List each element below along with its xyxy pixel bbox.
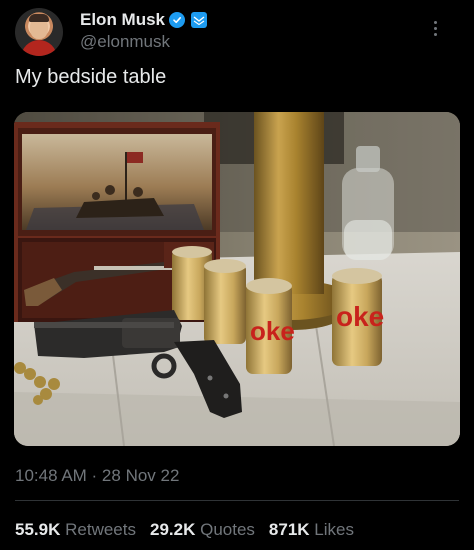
author-handle[interactable]: @elonmusk (80, 32, 170, 52)
diet-coke-can-4: oke (332, 268, 384, 366)
engagement-stats: 55.9K Retweets 29.2K Quotes 871K Likes (15, 520, 354, 540)
tweet-photo[interactable]: oke oke (14, 112, 460, 446)
quotes-stat[interactable]: 29.2K Quotes (150, 520, 255, 540)
divider (15, 500, 459, 501)
tweet-header: Elon Musk @elonmusk (0, 0, 474, 62)
quotes-label: Quotes (200, 520, 255, 539)
author-display-name[interactable]: Elon Musk (80, 10, 165, 30)
diet-coke-can-3: oke (246, 278, 295, 374)
retweets-count: 55.9K (15, 520, 61, 539)
more-options-icon[interactable] (425, 16, 445, 40)
bedside-table-photo: oke oke (14, 112, 460, 446)
avatar[interactable] (15, 8, 63, 56)
retweets-stat[interactable]: 55.9K Retweets (15, 520, 136, 540)
can-label: oke (250, 316, 295, 346)
verified-badge-icon (169, 12, 186, 28)
quotes-count: 29.2K (149, 520, 196, 539)
author-name-row: Elon Musk (80, 10, 208, 30)
tweet-text: My bedside table (15, 66, 167, 88)
likes-stat[interactable]: 871K Likes (269, 520, 354, 540)
can-label: oke (336, 301, 384, 332)
likes-count: 871K (268, 520, 310, 539)
likes-label: Likes (314, 520, 354, 539)
tweet-timestamp[interactable]: 10:48 AM · 28 Nov 22 (15, 466, 179, 486)
retweets-label: Retweets (65, 520, 136, 539)
diet-coke-can-2 (204, 259, 246, 344)
affiliation-badge-icon (191, 12, 208, 28)
